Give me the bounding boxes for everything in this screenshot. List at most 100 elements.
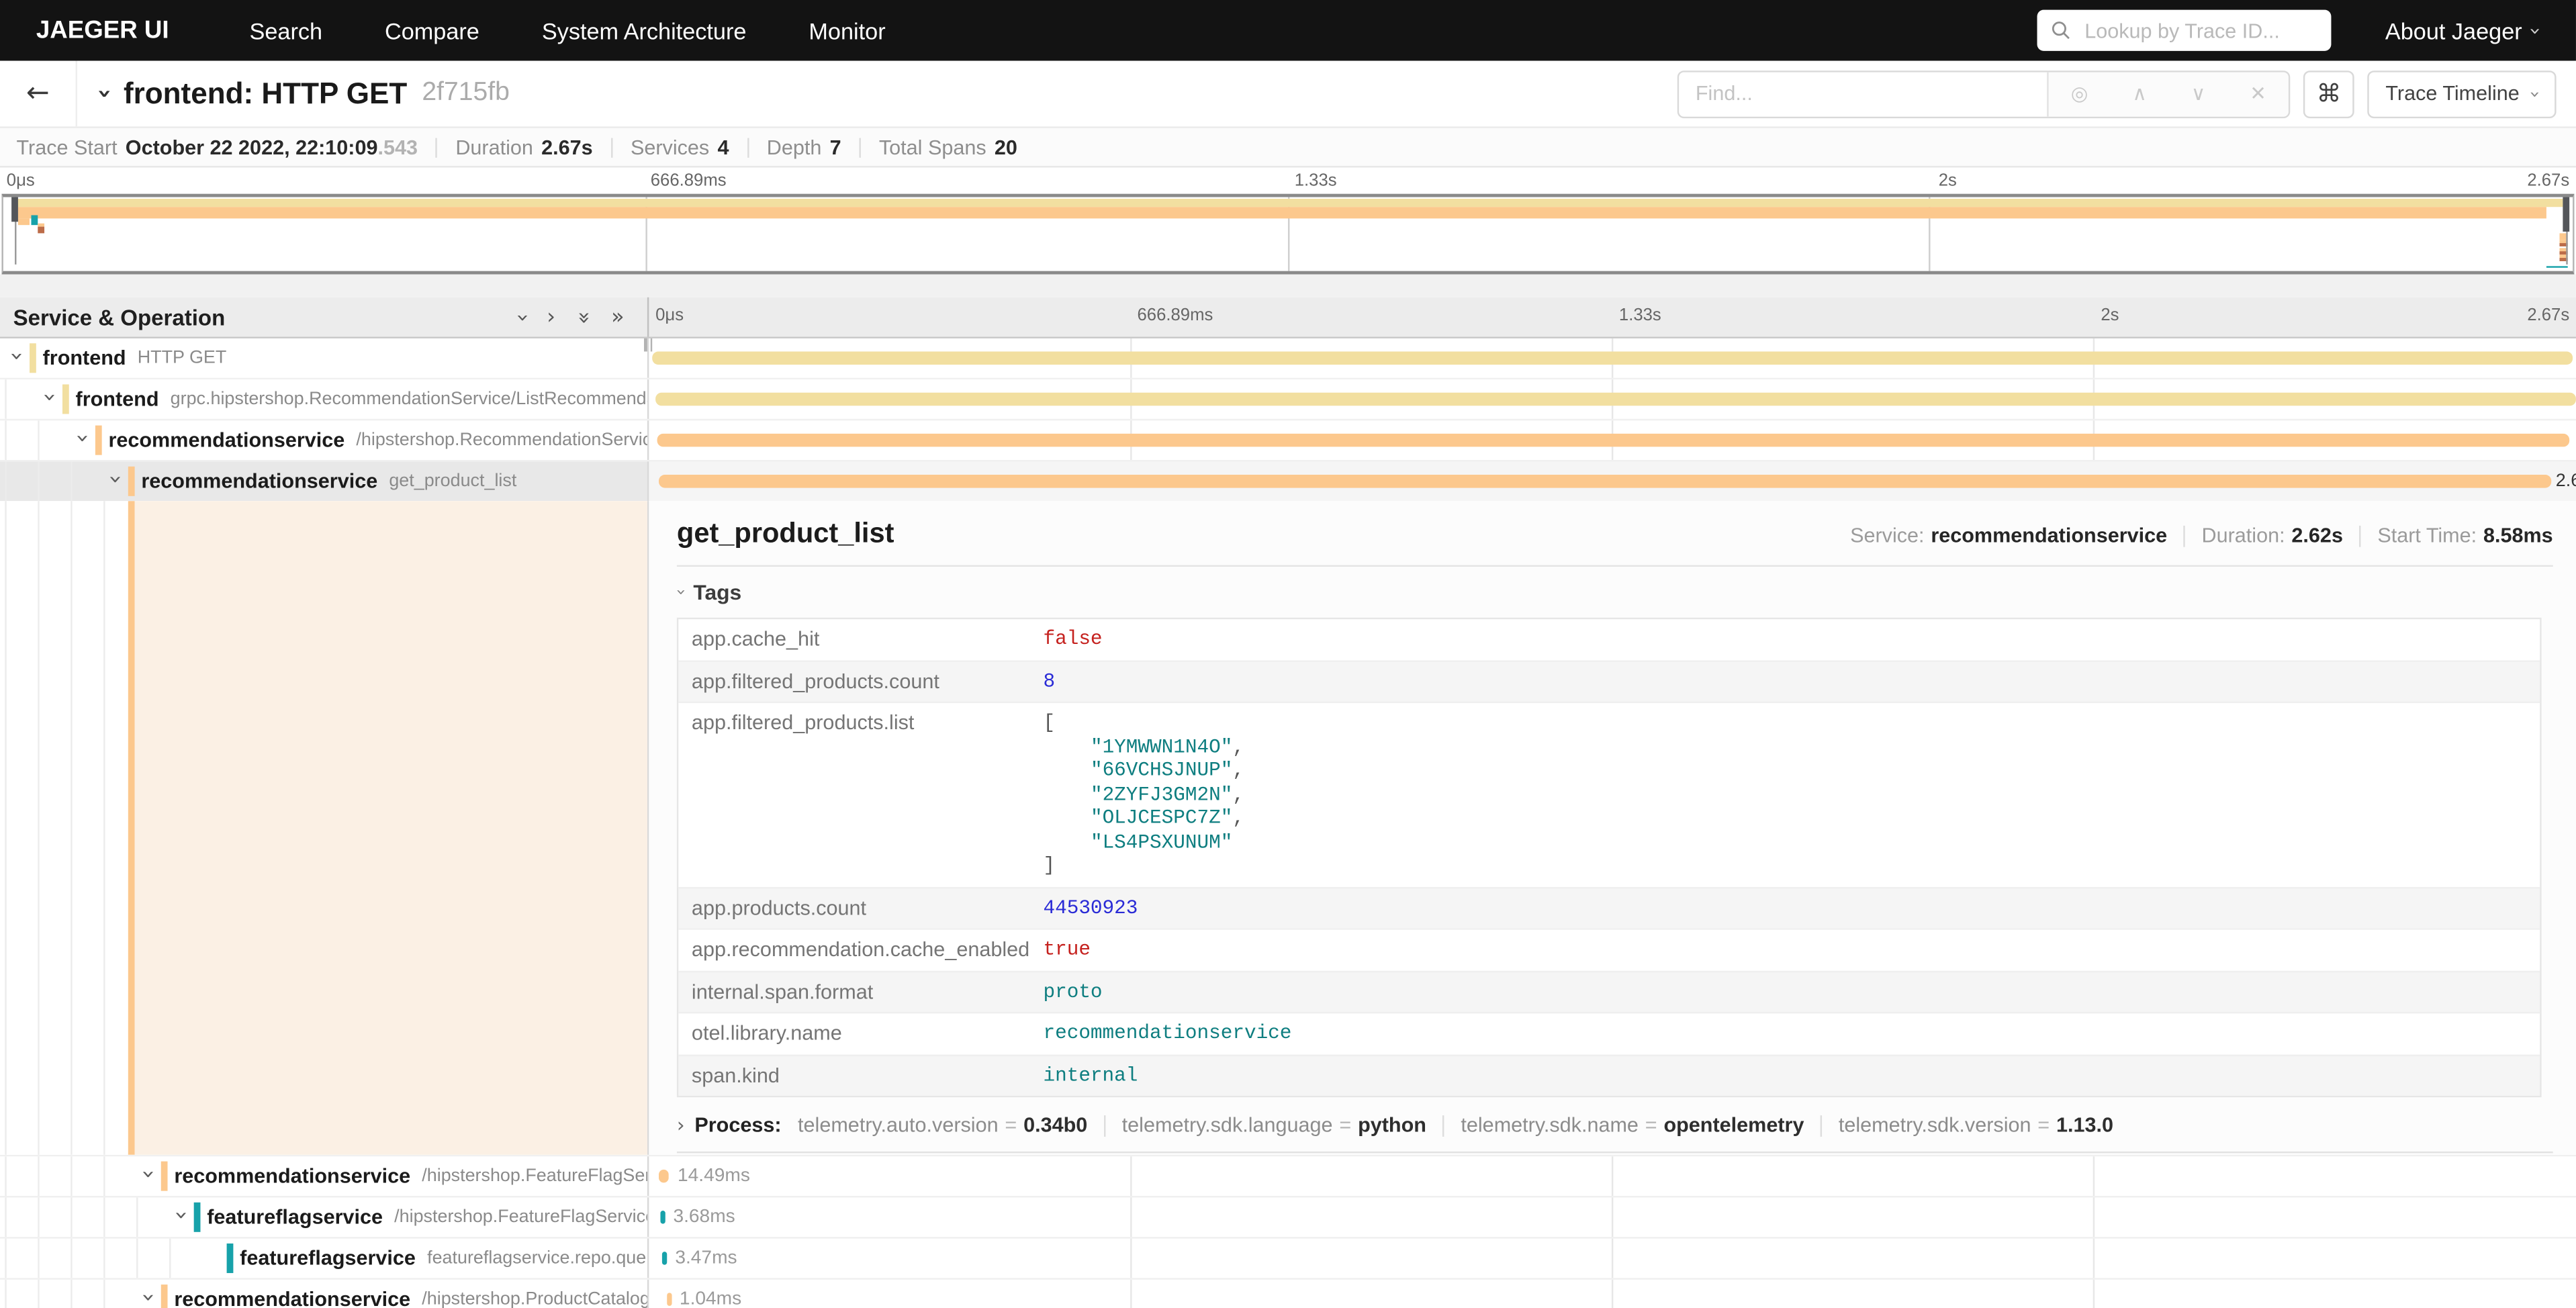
minimap-left-scrubber[interactable] <box>11 197 17 222</box>
span-duration-bar[interactable] <box>657 434 2571 447</box>
span-row[interactable]: ›featureflagservice/hipstershop.FeatureF… <box>0 1196 2576 1237</box>
next-result-icon[interactable]: ∨ <box>2191 82 2206 105</box>
minimap-span-end-teal-line <box>2546 265 2568 268</box>
trace-minimap: 0μs666.89ms1.33s2s2.67s <box>0 168 2576 275</box>
nav-item-system-architecture[interactable]: System Architecture <box>510 17 778 44</box>
tag-value: proto <box>1030 972 2540 1012</box>
find-input[interactable] <box>1679 71 2047 115</box>
axis-tick: 2s <box>1932 171 1957 190</box>
span-row[interactable]: ›recommendationservice/hipstershop.Recom… <box>0 419 2576 460</box>
app-logo[interactable]: JAEGER UI <box>36 16 169 44</box>
summary-item-depth: Depth7 <box>767 136 841 158</box>
indent-guide <box>103 1280 104 1308</box>
column-resize-handle[interactable] <box>644 338 652 352</box>
span-row[interactable]: featureflagservicefeatureflagservice.rep… <box>0 1237 2576 1278</box>
span-duration-bar[interactable] <box>659 1170 670 1182</box>
trace-collapse-chevron-icon[interactable]: › <box>91 89 120 99</box>
span-row-name-cell[interactable]: ›frontendgrpc.hipstershop.Recommendation… <box>0 379 649 419</box>
span-row-timeline-cell[interactable]: 1.04ms <box>649 1280 2576 1308</box>
indent-guide <box>70 1197 71 1237</box>
span-service-name: recommendationservice <box>108 429 344 452</box>
span-expand-chevron-icon[interactable]: › <box>136 1164 159 1184</box>
nav-item-monitor[interactable]: Monitor <box>778 17 917 44</box>
tag-key: app.filtered_products.list <box>678 703 1030 886</box>
span-detail-header: get_product_list Service:recommendations… <box>677 518 2553 551</box>
minimap-canvas[interactable] <box>1 194 2574 275</box>
span-expand-chevron-icon[interactable]: › <box>169 1205 192 1225</box>
find-group: ◎ ∧ ∨ ✕ <box>1677 70 2291 118</box>
trace-id-search[interactable] <box>2037 10 2331 51</box>
back-button[interactable]: ← <box>0 61 77 127</box>
trace-id-search-input[interactable] <box>2081 17 2317 44</box>
nav-item-compare[interactable]: Compare <box>354 17 511 44</box>
span-detail-panel: get_product_list Service:recommendations… <box>649 501 2576 1155</box>
process-section-toggle[interactable]: › Process: telemetry.auto.version=0.34b0… <box>677 1114 2553 1137</box>
span-row[interactable]: ›frontendgrpc.hipstershop.Recommendation… <box>0 378 2576 419</box>
span-expand-chevron-icon[interactable]: › <box>38 387 60 407</box>
tags-section-toggle[interactable]: › Tags <box>677 580 2553 605</box>
span-operation-name: get_product_list <box>389 471 516 491</box>
prev-result-icon[interactable]: ∧ <box>2132 82 2147 105</box>
axis-tick: 666.89ms <box>644 171 727 190</box>
service-operation-label: Service & Operation <box>13 305 226 330</box>
span-row-name-cell[interactable]: ›recommendationserviceget_product_list <box>0 461 649 501</box>
tag-row: otel.library.namerecommendationservice <box>678 1012 2540 1054</box>
span-row-name-cell[interactable]: ›frontendHTTP GET <box>0 338 649 378</box>
nav-right: About Jaeger › <box>2037 10 2540 51</box>
process-fields: telemetry.auto.version=0.34b0telemetry.s… <box>798 1114 2113 1137</box>
span-row[interactable]: › recommendationservice/hipstershop.Featu… <box>0 1155 2576 1196</box>
indent-guide <box>70 501 71 1155</box>
span-duration-bar[interactable] <box>653 352 2572 364</box>
expand-all-icon[interactable]: » <box>611 305 624 330</box>
span-duration-bar[interactable] <box>663 1252 667 1264</box>
clear-find-icon[interactable]: ✕ <box>2250 82 2266 105</box>
span-row-timeline-cell[interactable] <box>649 379 2576 419</box>
span-duration-bar[interactable] <box>661 1211 665 1223</box>
span-row-labels: recommendationservice/hipstershop.Featur… <box>174 1156 649 1196</box>
divider <box>1442 1115 1444 1136</box>
span-meta-starttime: Start Time:8.58ms <box>2377 524 2552 547</box>
minimap-span-step <box>18 218 30 225</box>
span-row-name-cell[interactable]: featureflagservicefeatureflagservice.rep… <box>0 1239 649 1278</box>
span-duration-label: 14.49ms <box>678 1166 750 1185</box>
span-row-timeline-cell[interactable] <box>649 338 2576 378</box>
minimap-right-scrubber[interactable] <box>2563 197 2569 232</box>
selected-span-highlight <box>135 501 647 1155</box>
span-row-timeline-cell[interactable]: 3.68ms <box>649 1197 2576 1237</box>
span-row-timeline-cell[interactable] <box>649 420 2576 460</box>
service-operation-header: Service & Operation › › » » <box>0 297 649 337</box>
indent-guide <box>4 420 5 460</box>
tag-value: [ "1YMWWN1N4O", "66VCHSJNUP", "2ZYFJ3GM2… <box>1030 703 2540 886</box>
collapse-one-icon[interactable]: › <box>509 313 534 322</box>
expand-one-icon[interactable]: › <box>547 305 555 330</box>
span-row-timeline-cell[interactable]: 3.47ms <box>649 1239 2576 1278</box>
span-duration-bar[interactable] <box>668 1293 672 1305</box>
keyboard-shortcuts-button[interactable]: ⌘ <box>2303 70 2354 118</box>
span-row-timeline-cell[interactable]: 14.49ms <box>649 1156 2576 1196</box>
indent-guide <box>4 1156 5 1196</box>
span-row-name-cell[interactable]: ›featureflagservice/hipstershop.FeatureF… <box>0 1197 649 1237</box>
axis-tick: 0μs <box>7 171 35 190</box>
indent-guide <box>136 1239 137 1278</box>
focus-target-icon[interactable]: ◎ <box>2071 82 2088 105</box>
span-row[interactable]: ›recommendationservice/hipstershop.Produ… <box>0 1278 2576 1308</box>
span-expand-chevron-icon[interactable]: › <box>71 428 93 448</box>
span-row-name-cell[interactable]: ›recommendationservice/hipstershop.Recom… <box>0 420 649 460</box>
span-expand-chevron-icon[interactable]: › <box>5 346 28 366</box>
span-duration-bar[interactable] <box>655 393 2576 405</box>
collapse-all-icon[interactable]: » <box>571 310 596 323</box>
span-row-name-cell[interactable]: ›recommendationservice/hipstershop.Produ… <box>0 1280 649 1308</box>
span-duration-bar[interactable] <box>659 475 2551 487</box>
indent-guide <box>70 1156 71 1196</box>
trace-view-selector[interactable]: Trace Timeline › <box>2367 70 2556 118</box>
span-expand-chevron-icon[interactable]: › <box>103 469 126 489</box>
span-row-name-cell[interactable]: › recommendationservice/hipstershop.Featu… <box>0 1156 649 1196</box>
nav-item-search[interactable]: Search <box>218 17 353 44</box>
span-row[interactable]: ›frontendHTTP GET <box>0 338 2576 378</box>
span-row-timeline-cell[interactable]: 2.62s <box>649 461 2576 501</box>
tag-key: app.cache_hit <box>678 619 1030 659</box>
about-jaeger-menu[interactable]: About Jaeger › <box>2385 17 2540 44</box>
span-expand-chevron-icon[interactable]: › <box>136 1288 159 1307</box>
span-row[interactable]: ›recommendationserviceget_product_list2.… <box>0 460 2576 501</box>
about-jaeger-label: About Jaeger <box>2385 17 2522 44</box>
